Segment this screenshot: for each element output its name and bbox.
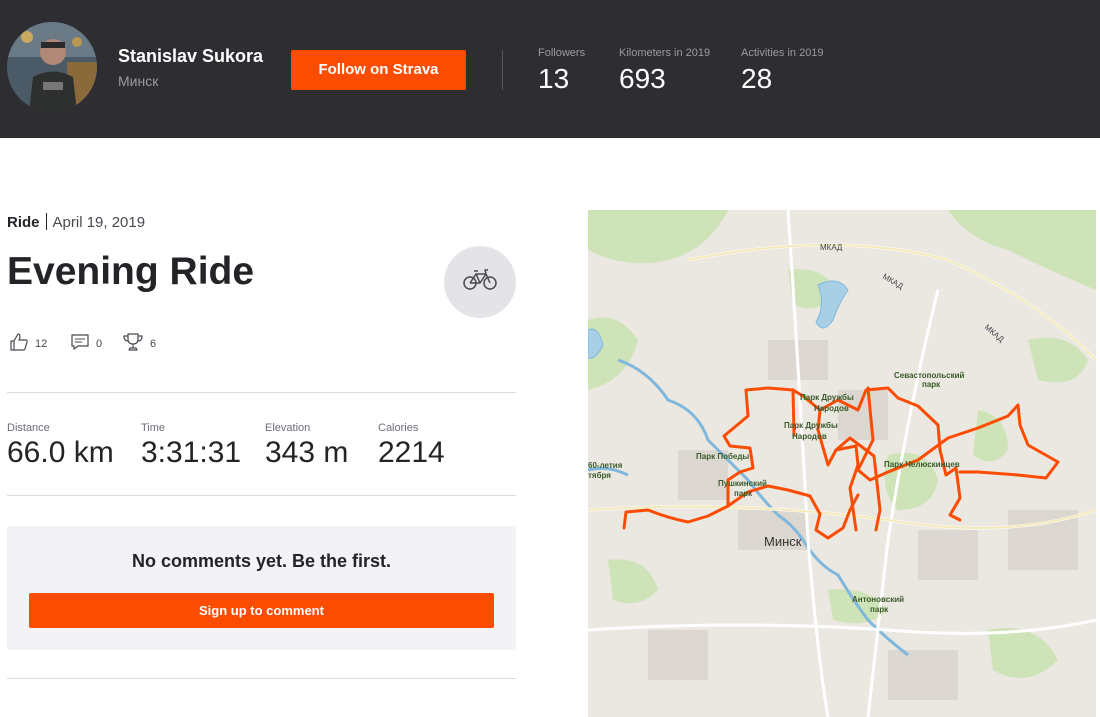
divider bbox=[7, 392, 516, 393]
metric-distance: Distance 66.0 km bbox=[7, 422, 114, 470]
divider bbox=[7, 678, 516, 679]
activity-title: Evening Ride bbox=[7, 250, 255, 293]
map-label-sevastopol-park: парк bbox=[922, 380, 941, 389]
metric-label: Distance bbox=[7, 422, 50, 434]
metric-time: Time 3:31:31 bbox=[141, 422, 241, 470]
metric-label: Calories bbox=[378, 422, 419, 434]
breadcrumb: Ride April 19, 2019 bbox=[7, 213, 145, 231]
metric-label: Time bbox=[141, 422, 166, 434]
kudos-value: 12 bbox=[35, 337, 48, 350]
comments-count[interactable]: 0 bbox=[70, 332, 102, 355]
avatar[interactable] bbox=[7, 22, 97, 112]
comments-section: No comments yet. Be the first. Sign up t… bbox=[7, 526, 516, 650]
divider bbox=[7, 495, 516, 496]
activity-date: April 19, 2019 bbox=[52, 214, 146, 231]
athlete-location: Минск bbox=[118, 73, 159, 89]
achievements-value: 6 bbox=[150, 337, 157, 350]
activity-type: Ride bbox=[7, 214, 40, 231]
header-divider bbox=[502, 50, 503, 90]
achievements-count[interactable]: 6 bbox=[122, 332, 156, 355]
map-label-sevastopol-park: Севастопольский bbox=[894, 371, 965, 380]
stat-label: Followers bbox=[538, 47, 586, 59]
map-label-druzhby-park: Парк Дружбы bbox=[784, 421, 838, 430]
map-label-pushkin-park: парк bbox=[734, 489, 753, 498]
metric-value: 66.0 km bbox=[7, 436, 114, 469]
map-label-druzhby-park: Народов bbox=[814, 404, 849, 413]
map-label-druzhby-park: Парк Дружбы bbox=[800, 393, 854, 402]
map-label-letiya: тября bbox=[588, 471, 611, 480]
stat-kilometers: Kilometers in 2019 693 bbox=[619, 47, 710, 95]
metric-value: 3:31:31 bbox=[141, 436, 242, 469]
map-label-pobedy-park: Парк Победы bbox=[696, 452, 749, 461]
athlete-header: Stanislav Sukora Минск Follow on Strava … bbox=[0, 0, 1100, 138]
stat-value: 28 bbox=[741, 63, 773, 94]
signup-to-comment-button[interactable]: Sign up to comment bbox=[29, 593, 494, 628]
breadcrumb-separator bbox=[45, 213, 47, 230]
map-label-mkad: МКАД bbox=[820, 243, 843, 252]
comment-icon bbox=[70, 332, 90, 355]
metric-value: 343 m bbox=[265, 436, 349, 469]
metric-label: Elevation bbox=[265, 422, 311, 434]
follow-button[interactable]: Follow on Strava bbox=[291, 50, 466, 90]
stat-value: 13 bbox=[538, 63, 570, 94]
stat-label: Kilometers in 2019 bbox=[619, 47, 711, 59]
comments-value: 0 bbox=[96, 337, 103, 350]
stat-activities: Activities in 2019 28 bbox=[741, 47, 824, 95]
trophy-icon bbox=[122, 332, 144, 355]
stat-label: Activities in 2019 bbox=[741, 47, 824, 59]
map-label-antonov-park: Антоновский bbox=[852, 595, 904, 604]
metric-value: 2214 bbox=[378, 436, 445, 469]
map-label-druzhby-park: Народов bbox=[792, 432, 827, 441]
route-map[interactable]: МКАД МКАД МКАД Севастопольский парк Парк… bbox=[588, 210, 1096, 717]
stat-followers: Followers 13 bbox=[538, 47, 585, 95]
map-label-chelyuskintsev-park: Парк Челюскинцев bbox=[884, 460, 960, 469]
metric-elevation: Elevation 343 m bbox=[265, 422, 348, 470]
metric-calories: Calories 2214 bbox=[378, 422, 445, 470]
kudos-count[interactable]: 12 bbox=[9, 332, 47, 355]
map-label-letiya: 60-летия bbox=[588, 461, 623, 470]
map-label-antonov-park: парк bbox=[870, 605, 889, 614]
thumbs-up-icon bbox=[9, 332, 29, 355]
no-comments-text: No comments yet. Be the first. bbox=[131, 551, 392, 571]
stat-value: 693 bbox=[619, 63, 666, 94]
bike-icon bbox=[463, 268, 497, 296]
athlete-name[interactable]: Stanislav Sukora bbox=[118, 46, 263, 67]
sport-badge bbox=[444, 246, 516, 318]
map-label-pushkin-park: Пушкинский bbox=[718, 479, 767, 488]
map-label-city: Минск bbox=[764, 534, 802, 549]
